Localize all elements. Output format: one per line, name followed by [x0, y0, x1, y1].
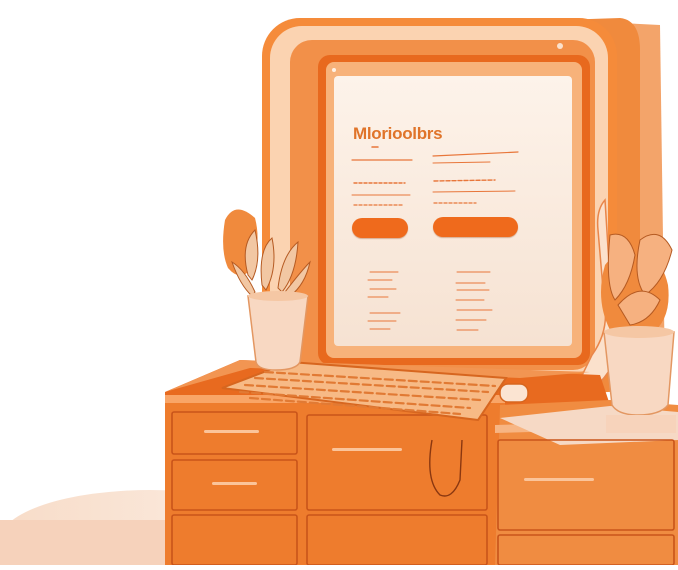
potted-plant-icon: [601, 233, 676, 433]
scene-svg: [0, 18, 678, 570]
monitor-screen: [334, 76, 572, 346]
desk-front: [165, 395, 505, 565]
secondary-button[interactable]: [433, 217, 518, 237]
illustration-scene: Mlorioolbrs: [0, 0, 678, 570]
mouse-icon: [499, 383, 529, 403]
primary-button[interactable]: [352, 218, 408, 238]
brand-title: Mlorioolbrs: [353, 124, 443, 143]
